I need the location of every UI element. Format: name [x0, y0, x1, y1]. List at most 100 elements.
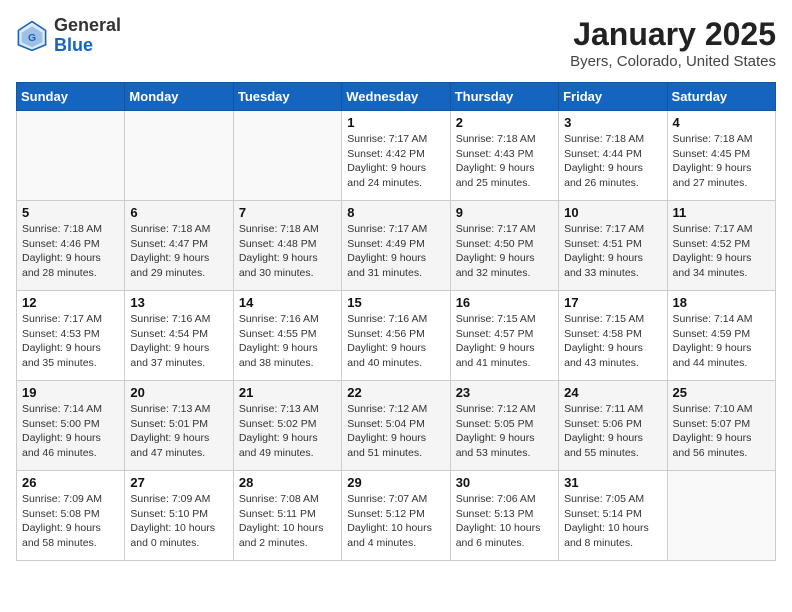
title-block: January 2025 Byers, Colorado, United Sta… — [570, 16, 776, 70]
calendar-day-cell: 25 Sunrise: 7:10 AM Sunset: 5:07 PM Dayli… — [667, 381, 775, 471]
day-info: Sunrise: 7:12 AM Sunset: 5:04 PM Dayligh… — [347, 402, 444, 461]
day-number: 7 — [239, 205, 336, 220]
calendar-day-cell: 3 Sunrise: 7:18 AM Sunset: 4:44 PM Daylig… — [559, 111, 667, 201]
calendar-day-cell: 4Sunrise: 7:18 AM Sunset: 4:45 PM Daylig… — [667, 111, 775, 201]
calendar-day-cell: 9 Sunrise: 7:17 AM Sunset: 4:50 PM Daylig… — [450, 201, 558, 291]
day-number: 1 — [347, 115, 444, 130]
calendar-table: SundayMondayTuesdayWednesdayThursdayFrid… — [16, 82, 776, 561]
day-info: Sunrise: 7:07 AM Sunset: 5:12 PM Dayligh… — [347, 492, 444, 551]
day-info: Sunrise: 7:12 AM Sunset: 5:05 PM Dayligh… — [456, 402, 553, 461]
calendar-day-cell: 22 Sunrise: 7:12 AM Sunset: 5:04 PM Dayli… — [342, 381, 450, 471]
calendar-day-cell: 19 Sunrise: 7:14 AM Sunset: 5:00 PM Dayli… — [17, 381, 125, 471]
day-info: Sunrise: 7:18 AM Sunset: 4:43 PM Dayligh… — [456, 132, 553, 191]
day-number: 9 — [456, 205, 553, 220]
calendar-empty-cell — [125, 111, 233, 201]
day-number: 22 — [347, 385, 444, 400]
day-number: 18 — [673, 295, 770, 310]
page-header: G General Blue January 2025 Byers, Color… — [16, 16, 776, 70]
day-info: Sunrise: 7:09 AM Sunset: 5:10 PM Dayligh… — [130, 492, 227, 551]
calendar-day-cell: 24Sunrise: 7:11 AM Sunset: 5:06 PM Dayli… — [559, 381, 667, 471]
weekday-header-row: SundayMondayTuesdayWednesdayThursdayFrid… — [17, 83, 776, 111]
day-info: Sunrise: 7:10 AM Sunset: 5:07 PM Dayligh… — [673, 402, 770, 461]
day-info: Sunrise: 7:18 AM Sunset: 4:46 PM Dayligh… — [22, 222, 119, 281]
day-number: 8 — [347, 205, 444, 220]
day-number: 30 — [456, 475, 553, 490]
day-number: 23 — [456, 385, 553, 400]
day-info: Sunrise: 7:06 AM Sunset: 5:13 PM Dayligh… — [456, 492, 553, 551]
day-number: 10 — [564, 205, 661, 220]
weekday-header-cell: Thursday — [450, 83, 558, 111]
calendar-week-row: 12 Sunrise: 7:17 AM Sunset: 4:53 PM Dayli… — [17, 291, 776, 381]
day-info: Sunrise: 7:15 AM Sunset: 4:58 PM Dayligh… — [564, 312, 661, 371]
calendar-day-cell: 30 Sunrise: 7:06 AM Sunset: 5:13 PM Dayli… — [450, 471, 558, 561]
logo: G General Blue — [16, 16, 121, 56]
day-number: 11 — [673, 205, 770, 220]
calendar-day-cell: 15Sunrise: 7:16 AM Sunset: 4:56 PM Dayli… — [342, 291, 450, 381]
calendar-day-cell: 8 Sunrise: 7:17 AM Sunset: 4:49 PM Daylig… — [342, 201, 450, 291]
day-number: 29 — [347, 475, 444, 490]
calendar-week-row: 26 Sunrise: 7:09 AM Sunset: 5:08 PM Dayli… — [17, 471, 776, 561]
day-info: Sunrise: 7:09 AM Sunset: 5:08 PM Dayligh… — [22, 492, 119, 551]
day-number: 27 — [130, 475, 227, 490]
day-number: 17 — [564, 295, 661, 310]
calendar-day-cell: 26 Sunrise: 7:09 AM Sunset: 5:08 PM Dayli… — [17, 471, 125, 561]
calendar-day-cell: 10 Sunrise: 7:17 AM Sunset: 4:51 PM Dayli… — [559, 201, 667, 291]
calendar-day-cell: 1Sunrise: 7:17 AM Sunset: 4:42 PM Daylig… — [342, 111, 450, 201]
logo-icon: G — [16, 20, 48, 52]
day-info: Sunrise: 7:16 AM Sunset: 4:54 PM Dayligh… — [130, 312, 227, 371]
day-info: Sunrise: 7:18 AM Sunset: 4:44 PM Dayligh… — [564, 132, 661, 191]
calendar-day-cell: 7 Sunrise: 7:18 AM Sunset: 4:48 PM Daylig… — [233, 201, 341, 291]
weekday-header-cell: Sunday — [17, 83, 125, 111]
day-number: 31 — [564, 475, 661, 490]
calendar-day-cell: 18Sunrise: 7:14 AM Sunset: 4:59 PM Dayli… — [667, 291, 775, 381]
month-title: January 2025 — [570, 16, 776, 53]
calendar-day-cell: 27 Sunrise: 7:09 AM Sunset: 5:10 PM Dayli… — [125, 471, 233, 561]
day-info: Sunrise: 7:15 AM Sunset: 4:57 PM Dayligh… — [456, 312, 553, 371]
day-number: 12 — [22, 295, 119, 310]
calendar-day-cell: 21 Sunrise: 7:13 AM Sunset: 5:02 PM Dayli… — [233, 381, 341, 471]
day-number: 3 — [564, 115, 661, 130]
calendar-day-cell: 31 Sunrise: 7:05 AM Sunset: 5:14 PM Dayli… — [559, 471, 667, 561]
calendar-day-cell: 20Sunrise: 7:13 AM Sunset: 5:01 PM Dayli… — [125, 381, 233, 471]
day-info: Sunrise: 7:18 AM Sunset: 4:47 PM Dayligh… — [130, 222, 227, 281]
day-info: Sunrise: 7:18 AM Sunset: 4:48 PM Dayligh… — [239, 222, 336, 281]
calendar-day-cell: 17 Sunrise: 7:15 AM Sunset: 4:58 PM Dayli… — [559, 291, 667, 381]
calendar-week-row: 19 Sunrise: 7:14 AM Sunset: 5:00 PM Dayli… — [17, 381, 776, 471]
calendar-day-cell: 13 Sunrise: 7:16 AM Sunset: 4:54 PM Dayli… — [125, 291, 233, 381]
day-info: Sunrise: 7:17 AM Sunset: 4:51 PM Dayligh… — [564, 222, 661, 281]
calendar-day-cell: 29 Sunrise: 7:07 AM Sunset: 5:12 PM Dayli… — [342, 471, 450, 561]
day-info: Sunrise: 7:16 AM Sunset: 4:56 PM Dayligh… — [347, 312, 444, 371]
day-number: 20 — [130, 385, 227, 400]
day-number: 13 — [130, 295, 227, 310]
calendar-day-cell: 12 Sunrise: 7:17 AM Sunset: 4:53 PM Dayli… — [17, 291, 125, 381]
day-info: Sunrise: 7:05 AM Sunset: 5:14 PM Dayligh… — [564, 492, 661, 551]
day-info: Sunrise: 7:16 AM Sunset: 4:55 PM Dayligh… — [239, 312, 336, 371]
weekday-header-cell: Wednesday — [342, 83, 450, 111]
day-number: 26 — [22, 475, 119, 490]
day-info: Sunrise: 7:17 AM Sunset: 4:49 PM Dayligh… — [347, 222, 444, 281]
calendar-body: 1Sunrise: 7:17 AM Sunset: 4:42 PM Daylig… — [17, 111, 776, 561]
day-info: Sunrise: 7:14 AM Sunset: 5:00 PM Dayligh… — [22, 402, 119, 461]
day-number: 14 — [239, 295, 336, 310]
day-number: 25 — [673, 385, 770, 400]
calendar-week-row: 5Sunrise: 7:18 AM Sunset: 4:46 PM Daylig… — [17, 201, 776, 291]
weekday-header-cell: Tuesday — [233, 83, 341, 111]
weekday-header-cell: Saturday — [667, 83, 775, 111]
calendar-empty-cell — [233, 111, 341, 201]
calendar-empty-cell — [667, 471, 775, 561]
calendar-day-cell: 5Sunrise: 7:18 AM Sunset: 4:46 PM Daylig… — [17, 201, 125, 291]
logo-blue-text: Blue — [54, 35, 93, 55]
day-number: 21 — [239, 385, 336, 400]
weekday-header-cell: Monday — [125, 83, 233, 111]
day-info: Sunrise: 7:13 AM Sunset: 5:02 PM Dayligh… — [239, 402, 336, 461]
day-info: Sunrise: 7:17 AM Sunset: 4:50 PM Dayligh… — [456, 222, 553, 281]
day-number: 2 — [456, 115, 553, 130]
day-info: Sunrise: 7:11 AM Sunset: 5:06 PM Dayligh… — [564, 402, 661, 461]
calendar-day-cell: 16Sunrise: 7:15 AM Sunset: 4:57 PM Dayli… — [450, 291, 558, 381]
calendar-day-cell: 11Sunrise: 7:17 AM Sunset: 4:52 PM Dayli… — [667, 201, 775, 291]
day-info: Sunrise: 7:17 AM Sunset: 4:53 PM Dayligh… — [22, 312, 119, 371]
weekday-header-cell: Friday — [559, 83, 667, 111]
day-number: 19 — [22, 385, 119, 400]
calendar-day-cell: 28Sunrise: 7:08 AM Sunset: 5:11 PM Dayli… — [233, 471, 341, 561]
calendar-day-cell: 14 Sunrise: 7:16 AM Sunset: 4:55 PM Dayli… — [233, 291, 341, 381]
